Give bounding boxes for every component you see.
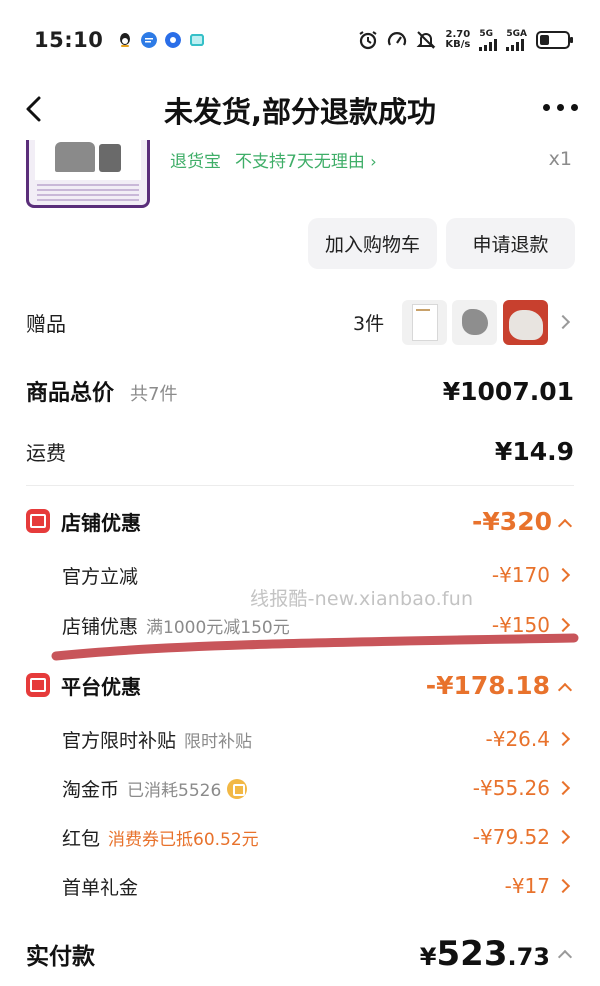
gift-label: 赠品 — [26, 311, 66, 336]
no-7-day-return-tag: 不支持7天无理由 › — [235, 152, 377, 172]
store-discount-label: 店铺优惠 — [61, 510, 141, 535]
net-speed-unit: KB/s — [445, 39, 471, 50]
chevron-right-icon: › — [370, 152, 377, 171]
browser-icon — [165, 32, 182, 48]
status-right: 2.70 KB/s 5G 5GA — [358, 29, 573, 51]
gift-image-3 — [503, 299, 548, 345]
chevron-right-icon — [555, 829, 571, 845]
status-bar: 15:10 2.70 KB/s 5G 5GA — [0, 0, 600, 80]
platform-discount-header[interactable]: 平台优惠 -¥178.18 — [0, 662, 600, 708]
apply-refund-button[interactable]: 申请退款 — [446, 218, 575, 269]
discount-item-label: 红包 消费券已抵60.52元 — [62, 827, 259, 850]
signal-bars-icon — [506, 39, 525, 51]
gold-coin-icon — [227, 778, 248, 799]
discount-item-value: -¥79.52 — [472, 825, 550, 849]
service-tags[interactable]: 退货宝 不支持7天无理由 › — [170, 147, 377, 172]
discount-item-note: 限时补贴 — [184, 731, 253, 752]
chevron-up-icon — [557, 949, 573, 965]
gift-row[interactable]: 赠品 3件 — [0, 295, 600, 349]
status-app-icons — [117, 32, 205, 48]
product-thumbnail[interactable] — [26, 140, 150, 208]
store-icon — [26, 509, 50, 533]
discount-item-note: 已消耗5526 — [127, 780, 222, 801]
signal-2: 5GA — [506, 29, 527, 51]
product-quantity: x1 — [548, 148, 572, 170]
discount-item[interactable]: 红包 消费券已抵60.52元 -¥79.52 — [0, 815, 600, 859]
return-insurance-tag: 退货宝 — [170, 152, 221, 172]
discount-item-label: 首单礼金 — [62, 876, 139, 899]
status-time: 15:10 — [34, 28, 104, 52]
chevron-right-icon — [555, 731, 571, 747]
platform-icon — [26, 673, 50, 697]
payment-currency: ¥ — [419, 943, 437, 971]
goods-count: 共7件 — [130, 384, 178, 405]
discount-item-value: -¥17 — [504, 874, 550, 898]
discount-item-value: -¥170 — [491, 563, 550, 587]
gift-image-1 — [402, 299, 447, 345]
payment-integer: 523 — [436, 934, 508, 974]
goods-total-label: 商品总价 — [26, 381, 115, 406]
discount-item[interactable]: 官方限时补贴 限时补贴 -¥26.4 — [0, 717, 600, 761]
gift-count: 3件 — [353, 312, 385, 335]
actual-payment-row[interactable]: 实付款 ¥ 523 .73 — [0, 928, 600, 980]
gallery-icon — [190, 34, 205, 46]
speed-icon — [388, 32, 407, 46]
chevron-right-icon — [555, 878, 571, 894]
more-options-icon[interactable] — [543, 104, 578, 111]
chevron-right-icon — [555, 314, 571, 330]
alarm-icon — [359, 31, 377, 50]
mute-icon — [416, 31, 436, 49]
platform-discount-label: 平台优惠 — [61, 674, 141, 699]
discount-item-value: -¥55.26 — [472, 776, 550, 800]
signal-bars-icon — [479, 39, 498, 51]
actual-payment-label: 实付款 — [26, 944, 95, 970]
discount-item-label: 官方限时补贴 限时补贴 — [62, 729, 253, 752]
signal-1-label: 5G — [479, 29, 494, 39]
chevron-up-icon — [557, 682, 573, 698]
qq-icon — [120, 33, 131, 47]
actual-payment-value: ¥ 523 .73 — [420, 934, 550, 974]
payment-decimal: .73 — [507, 943, 550, 971]
divider — [26, 485, 574, 486]
discount-item-label: 淘金币 已消耗5526 — [62, 775, 248, 802]
store-discount-value: -¥320 — [472, 506, 552, 536]
shipping-label: 运费 — [26, 440, 66, 465]
back-arrow-icon[interactable] — [20, 94, 50, 124]
nav-bar: 未发货,部分退款成功 — [0, 82, 600, 138]
signal-2-label: 5GA — [506, 29, 527, 39]
discount-item[interactable]: 淘金币 已消耗5526 -¥55.26 — [0, 766, 600, 810]
chevron-right-icon — [555, 567, 571, 583]
shipping-row: 运费 ¥14.9 — [0, 428, 600, 474]
signal-1: 5G — [479, 29, 498, 51]
net-speed: 2.70 KB/s — [445, 30, 470, 50]
discount-item-value: -¥26.4 — [485, 727, 550, 751]
goods-total-value: ¥1007.01 — [442, 376, 574, 406]
gift-image-2 — [452, 299, 497, 345]
shipping-value: ¥14.9 — [494, 436, 574, 466]
message-icon — [141, 32, 158, 48]
annotation-stroke — [51, 633, 579, 661]
discount-item-note: 消费券已抵60.52元 — [108, 829, 259, 850]
discount-item-label: 官方立减 — [62, 565, 139, 588]
store-discount-header[interactable]: 店铺优惠 -¥320 — [0, 498, 600, 544]
goods-total-row: 商品总价 共7件 ¥1007.01 — [0, 366, 600, 416]
chevron-right-icon — [555, 780, 571, 796]
add-to-cart-button[interactable]: 加入购物车 — [308, 218, 437, 269]
chevron-up-icon — [557, 518, 573, 534]
discount-item[interactable]: 首单礼金 -¥17 — [0, 864, 600, 908]
battery-icon — [536, 31, 573, 49]
platform-discount-value: -¥178.18 — [425, 670, 550, 700]
page-title: 未发货,部分退款成功 — [163, 95, 437, 129]
